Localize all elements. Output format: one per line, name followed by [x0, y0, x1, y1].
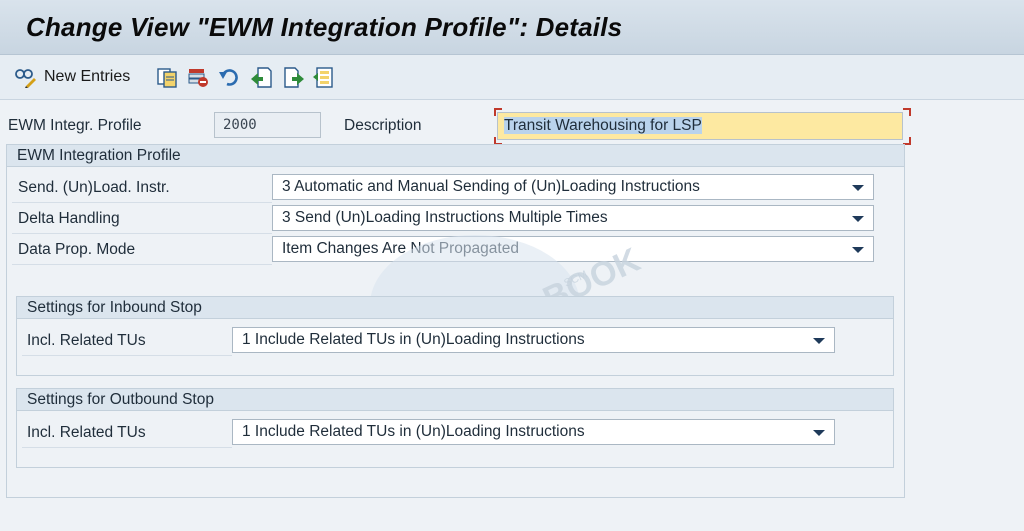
row-divider [12, 264, 272, 265]
inbound-incl-tus-dropdown[interactable]: 1 Include Related TUs in (Un)Loading Ins… [232, 327, 835, 353]
display-change-icon [15, 69, 36, 88]
send-unload-instr-value: 3 Automatic and Manual Sending of (Un)Lo… [282, 178, 700, 195]
profile-group-title: EWM Integration Profile [7, 145, 904, 167]
chevron-down-icon [852, 216, 864, 222]
previous-entry-icon[interactable] [250, 66, 272, 88]
new-entries-button[interactable]: New Entries [14, 64, 130, 90]
row-divider [22, 447, 232, 448]
description-value: Transit Warehousing for LSP [504, 117, 702, 134]
outbound-stop-title: Settings for Outbound Stop [17, 389, 893, 411]
undo-icon[interactable] [218, 66, 240, 88]
chevron-down-icon [852, 247, 864, 253]
data-prop-mode-value: Item Changes Are Not Propagated [282, 240, 519, 257]
profile-field[interactable]: 2000 [214, 112, 321, 138]
description-field[interactable]: Transit Warehousing for LSP [497, 112, 903, 140]
profile-label: EWM Integr. Profile [8, 117, 142, 134]
delta-handling-dropdown[interactable]: 3 Send (Un)Loading Instructions Multiple… [272, 205, 874, 231]
page-title: Change View "EWM Integration Profile": D… [26, 12, 623, 42]
data-prop-mode-label: Data Prop. Mode [18, 241, 136, 258]
delta-handling-label: Delta Handling [18, 210, 120, 227]
outbound-incl-tus-label: Incl. Related TUs [27, 424, 146, 441]
outbound-incl-tus-value: 1 Include Related TUs in (Un)Loading Ins… [242, 423, 585, 440]
chevron-down-icon [852, 185, 864, 191]
application-toolbar: New Entries [0, 55, 1024, 100]
outbound-incl-tus-dropdown[interactable]: 1 Include Related TUs in (Un)Loading Ins… [232, 419, 835, 445]
inbound-incl-tus-label: Incl. Related TUs [27, 332, 146, 349]
focus-corner-tr [903, 108, 911, 116]
select-all-icon[interactable] [313, 66, 335, 88]
chevron-down-icon [813, 338, 825, 344]
data-prop-mode-dropdown[interactable]: Item Changes Are Not Propagated [272, 236, 874, 262]
send-unload-instr-label: Send. (Un)Load. Instr. [18, 179, 170, 196]
new-entries-label: New Entries [44, 68, 131, 85]
chevron-down-icon [813, 430, 825, 436]
row-divider [22, 355, 232, 356]
title-bar: Change View "EWM Integration Profile": D… [0, 0, 1024, 55]
row-divider [12, 233, 272, 234]
description-label: Description [344, 117, 422, 134]
copy-icon[interactable] [156, 66, 178, 88]
inbound-incl-tus-value: 1 Include Related TUs in (Un)Loading Ins… [242, 331, 585, 348]
row-divider [12, 202, 272, 203]
send-unload-instr-dropdown[interactable]: 3 Automatic and Manual Sending of (Un)Lo… [272, 174, 874, 200]
delta-handling-value: 3 Send (Un)Loading Instructions Multiple… [282, 209, 608, 226]
inbound-stop-title: Settings for Inbound Stop [17, 297, 893, 319]
next-entry-icon[interactable] [283, 66, 305, 88]
delete-icon[interactable] [187, 66, 209, 88]
focus-corner-tl [494, 108, 502, 116]
